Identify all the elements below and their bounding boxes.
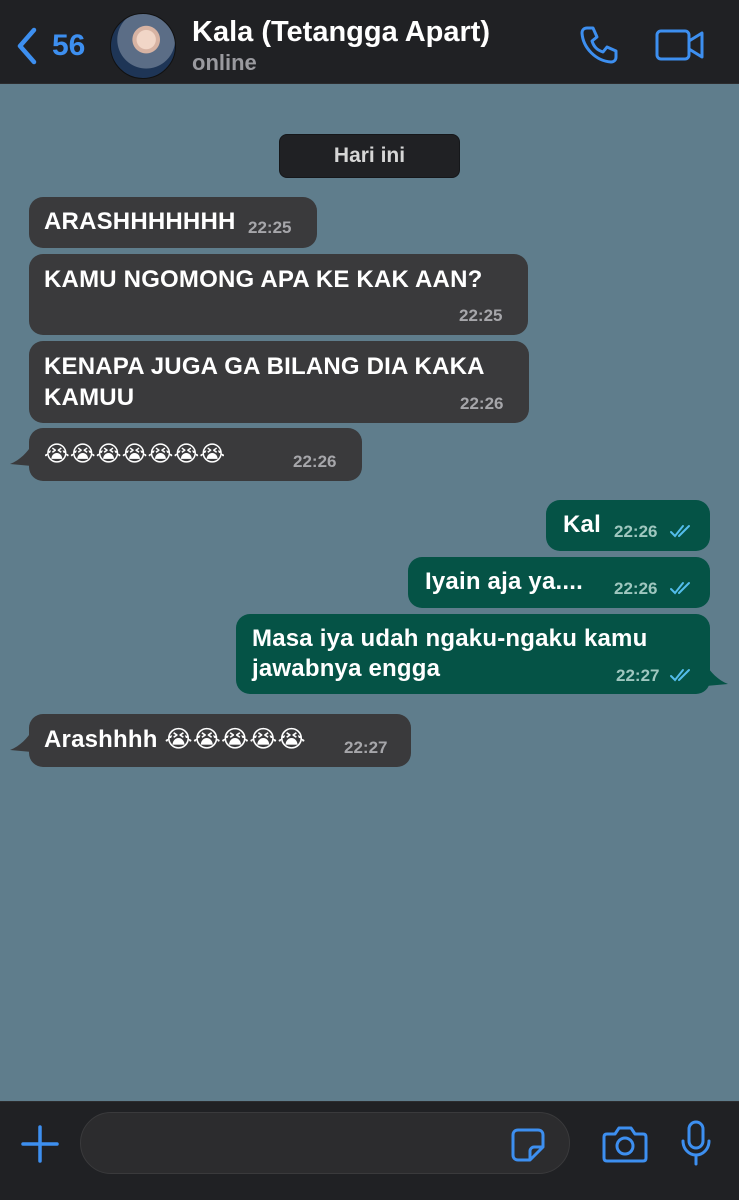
contact-info[interactable]: Kala (Tetangga Apart) online (192, 14, 490, 76)
chevron-left-icon (17, 27, 37, 65)
back-button[interactable]: 56 (14, 24, 104, 68)
chat-header: 56 Kala (Tetangga Apart) online (0, 0, 739, 84)
message-text: KAMU NGOMONG APA KE KAK AAN? (44, 266, 483, 293)
double-check-icon (670, 669, 690, 682)
outgoing-message[interactable]: Iyain aja ya.... 22:26 (408, 557, 710, 608)
message-time: 22:26 (614, 579, 658, 598)
incoming-message[interactable]: Arashhhh 😭😭😭😭😭 22:27 (29, 714, 411, 767)
message-time: 22:25 (248, 218, 292, 237)
message-time: 22:27 (344, 738, 388, 757)
message-text: ARASHHHHHHH (44, 208, 236, 235)
contact-name: Kala (Tetangga Apart) (192, 16, 491, 48)
camera-icon[interactable] (602, 1124, 648, 1164)
message-time: 22:26 (460, 394, 504, 413)
message-text-line: jawabnya engga (252, 655, 441, 682)
microphone-icon[interactable] (680, 1120, 712, 1166)
message-time: 22:26 (614, 522, 658, 541)
message-text-line: Masa iya udah ngaku-ngaku kamu (252, 625, 648, 652)
plus-icon[interactable] (20, 1124, 60, 1164)
outgoing-message[interactable]: Masa iya udah ngaku-ngaku kamu jawabnya … (236, 614, 710, 694)
incoming-message[interactable]: ARASHHHHHHH 22:25 (29, 197, 317, 248)
message-text: Arashhhh 😭😭😭😭😭 (44, 726, 306, 753)
outgoing-message[interactable]: Kal 22:26 (546, 500, 710, 551)
unread-count: 56 (52, 29, 86, 62)
double-check-icon (670, 525, 690, 538)
date-separator: Hari ini (279, 134, 460, 178)
phone-icon[interactable] (578, 24, 620, 66)
message-time: 22:26 (293, 452, 337, 471)
avatar[interactable] (110, 13, 176, 79)
message-text-line: KAMUU (44, 384, 135, 411)
message-time: 22:27 (616, 666, 660, 685)
incoming-message[interactable]: 😭😭😭😭😭😭😭 22:26 (29, 428, 362, 481)
message-input[interactable] (80, 1112, 570, 1174)
message-text: Kal (563, 511, 601, 538)
video-camera-icon[interactable] (654, 26, 706, 64)
message-time: 22:25 (459, 306, 503, 325)
composer-bar (0, 1101, 739, 1200)
message-text-line: KENAPA JUGA GA BILANG DIA KAKA (44, 353, 485, 380)
bubble-tail (706, 664, 728, 686)
message-text: Iyain aja ya.... (425, 568, 583, 595)
incoming-message[interactable]: KAMU NGOMONG APA KE KAK AAN? 22:25 (29, 254, 528, 335)
contact-status: online (192, 50, 257, 75)
double-check-icon (670, 582, 690, 595)
message-emoji: 😭😭😭😭😭😭😭 (44, 441, 226, 466)
incoming-message[interactable]: KENAPA JUGA GA BILANG DIA KAKA KAMUU 22:… (29, 341, 529, 423)
sticker-icon[interactable] (510, 1127, 546, 1163)
